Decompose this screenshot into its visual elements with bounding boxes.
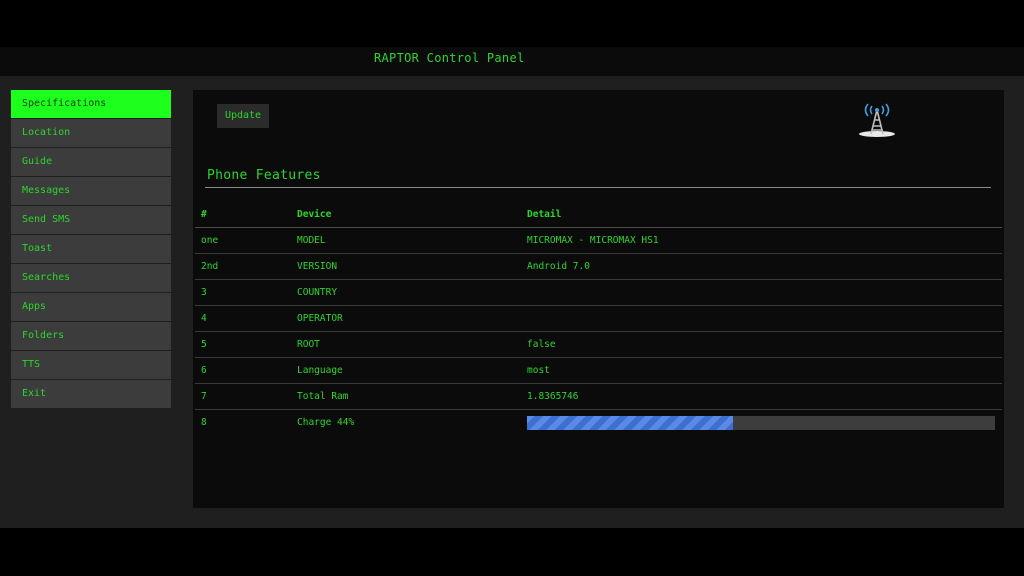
row-number: 3 xyxy=(201,287,207,298)
sidebar-item-send-sms[interactable]: Send SMS xyxy=(11,206,171,234)
table-row: one MODEL MICROMAX - MICROMAX HS1 xyxy=(195,228,1002,254)
row-device: Total Ram xyxy=(297,391,349,402)
sidebar-item-messages[interactable]: Messages xyxy=(11,177,171,205)
table-row: 8 Charge 44% xyxy=(195,410,1002,436)
sidebar: Specifications Location Guide Messages S… xyxy=(11,90,171,409)
row-device: COUNTRY xyxy=(297,287,338,298)
table-row: 2nd VERSION Android 7.0 xyxy=(195,254,1002,280)
row-number: 7 xyxy=(201,391,207,402)
row-number: 6 xyxy=(201,365,207,376)
window-title: RAPTOR Control Panel xyxy=(374,51,525,65)
header-detail: Detail xyxy=(527,209,562,220)
row-device: Language xyxy=(297,365,343,376)
update-button[interactable]: Update xyxy=(217,104,269,128)
sidebar-item-location[interactable]: Location xyxy=(11,119,171,147)
table-row: 6 Language most xyxy=(195,358,1002,384)
sidebar-item-exit[interactable]: Exit xyxy=(11,380,171,408)
row-detail: Android 7.0 xyxy=(527,261,590,272)
row-number: 4 xyxy=(201,313,207,324)
main-panel: Update Phone Features # Device Detail on… xyxy=(193,90,1004,508)
row-detail: false xyxy=(527,339,556,350)
row-device: ROOT xyxy=(297,339,320,350)
charge-progress-fill xyxy=(527,416,733,430)
row-detail: 1.8365746 xyxy=(527,391,579,402)
title-bar: RAPTOR Control Panel xyxy=(0,47,1024,76)
section-title: Phone Features xyxy=(207,168,321,183)
row-number: 5 xyxy=(201,339,207,350)
row-device: Charge 44% xyxy=(297,417,355,428)
table-header-row: # Device Detail xyxy=(195,202,1002,228)
row-number: one xyxy=(201,235,219,246)
sidebar-item-tts[interactable]: TTS xyxy=(11,351,171,379)
row-detail: most xyxy=(527,365,550,376)
row-device: MODEL xyxy=(297,235,326,246)
header-device: Device xyxy=(297,209,332,220)
row-detail: MICROMAX - MICROMAX HS1 xyxy=(527,235,659,246)
sidebar-item-folders[interactable]: Folders xyxy=(11,322,171,350)
sidebar-item-guide[interactable]: Guide xyxy=(11,148,171,176)
table-row: 3 COUNTRY xyxy=(195,280,1002,306)
sidebar-item-specifications[interactable]: Specifications xyxy=(11,90,171,118)
phone-features-table: # Device Detail one MODEL MICROMAX - MIC… xyxy=(195,202,1002,436)
table-row: 5 ROOT false xyxy=(195,332,1002,358)
row-device: OPERATOR xyxy=(297,313,343,324)
sidebar-item-apps[interactable]: Apps xyxy=(11,293,171,321)
app-window: RAPTOR Control Panel Specifications Loca… xyxy=(0,47,1024,528)
row-number: 8 xyxy=(201,417,207,428)
sidebar-item-searches[interactable]: Searches xyxy=(11,264,171,292)
table-row: 7 Total Ram 1.8365746 xyxy=(195,384,1002,410)
section-divider xyxy=(205,187,991,188)
row-device: VERSION xyxy=(297,261,338,272)
letterbox-top xyxy=(0,0,1024,47)
letterbox-bottom xyxy=(0,528,1024,576)
charge-progress-bar xyxy=(527,416,995,430)
signal-tower-icon xyxy=(857,102,897,142)
table-row: 4 OPERATOR xyxy=(195,306,1002,332)
row-number: 2nd xyxy=(201,261,219,272)
sidebar-item-toast[interactable]: Toast xyxy=(11,235,171,263)
header-number: # xyxy=(201,209,207,220)
